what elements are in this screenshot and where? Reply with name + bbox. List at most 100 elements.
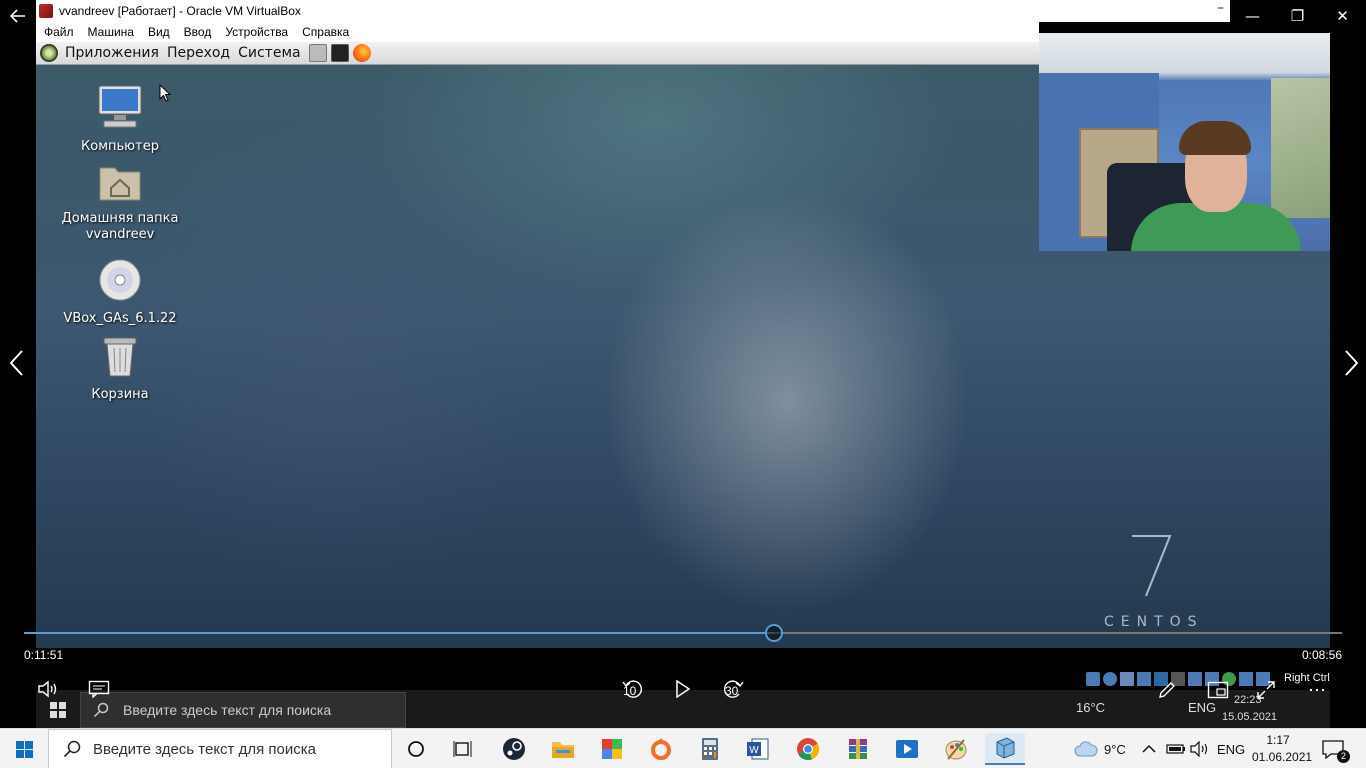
- taskbar-app-chrome[interactable]: [788, 733, 828, 765]
- seek-bar[interactable]: [24, 624, 1342, 642]
- vbox-menu-file[interactable]: Файл: [44, 25, 74, 39]
- seek-thumb[interactable]: [764, 624, 783, 642]
- paint-icon: [945, 739, 967, 760]
- skip-forward-seconds: 30: [725, 684, 739, 698]
- gnome-foot-icon[interactable]: [40, 44, 58, 62]
- more-options-button[interactable]: ⋯: [1304, 678, 1330, 702]
- taskbar-app-winrar[interactable]: [838, 733, 878, 765]
- vbox-menubar: Файл Машина Вид Ввод Устройства Справка: [36, 22, 1039, 42]
- taskbar-app-paint[interactable]: [936, 733, 976, 765]
- steam-icon: [503, 738, 525, 760]
- start-button[interactable]: [0, 729, 48, 768]
- recorded-search-placeholder: Введите здесь текст для поиска: [123, 702, 332, 718]
- cd-disc-icon: [55, 258, 185, 307]
- task-view-button[interactable]: [443, 733, 483, 765]
- mouse-pointer-icon: [159, 84, 171, 102]
- gnome-menu-applications[interactable]: Приложения: [65, 45, 159, 61]
- desktop-icon-label: Компьютер: [81, 139, 159, 154]
- restore-button[interactable]: ❐: [1275, 0, 1320, 32]
- weather-widget[interactable]: 9°C: [1074, 729, 1126, 768]
- battery-icon: [1166, 744, 1185, 754]
- taskbar-app-origin[interactable]: [641, 733, 681, 765]
- pen-icon: [1159, 682, 1175, 698]
- home-folder-icon: [55, 162, 185, 207]
- clock-date: 01.06.2021: [1252, 750, 1313, 764]
- file-explorer-icon: [552, 742, 574, 758]
- taskbar-app-word[interactable]: W: [738, 733, 778, 765]
- tray-overflow-button[interactable]: [1142, 729, 1156, 768]
- chevron-up-icon: [1142, 744, 1156, 753]
- search-icon: [93, 702, 109, 718]
- cortana-button[interactable]: [396, 733, 436, 765]
- recorded-lang: ENG: [1188, 700, 1217, 715]
- desktop-icon-label: VBox_GAs_6.1.22: [63, 311, 177, 326]
- taskbar-app-virtualbox[interactable]: [985, 733, 1025, 765]
- desktop-icon-label: Корзина: [91, 387, 149, 402]
- fullscreen-button[interactable]: [1254, 678, 1278, 702]
- calculator-icon: [702, 738, 718, 760]
- play-button[interactable]: [670, 676, 696, 702]
- colorful-app-icon: [602, 739, 622, 759]
- back-button[interactable]: [0, 0, 36, 32]
- taskbar-app-explorer[interactable]: [543, 733, 583, 765]
- taskbar-app-winrar-green[interactable]: [592, 733, 632, 765]
- vbox-menu-input[interactable]: Ввод: [184, 25, 212, 39]
- gnome-menu-places[interactable]: Переход: [167, 45, 230, 61]
- vbox-menu-help[interactable]: Справка: [302, 25, 349, 39]
- cortana-icon: [408, 741, 424, 757]
- volume-indicator[interactable]: [1190, 729, 1210, 768]
- subtitles-button[interactable]: [86, 678, 112, 700]
- vbox-minimize-icon[interactable]: –: [1217, 0, 1224, 16]
- clock-time: 1:17: [1266, 733, 1290, 747]
- vbox-status-icons: [1086, 672, 1282, 688]
- close-button[interactable]: ✕: [1320, 0, 1365, 32]
- taskbar-app-steam[interactable]: [494, 733, 534, 765]
- time-elapsed: 0:11:51: [24, 648, 64, 662]
- mini-view-button[interactable]: [1205, 678, 1231, 702]
- recorded-date: 15.05.2021: [1222, 711, 1278, 723]
- battery-indicator[interactable]: [1166, 729, 1186, 768]
- firefox-launcher-icon[interactable]: [352, 44, 371, 62]
- vbox-menu-devices[interactable]: Устройства: [225, 25, 288, 39]
- taskbar-search[interactable]: Введите здесь текст для поиска: [48, 729, 392, 768]
- chrome-icon: [797, 738, 820, 760]
- screen: vvandreev [Работает] - Oracle VM Virtual…: [0, 0, 1366, 768]
- trash-icon: [55, 334, 185, 383]
- volume-button[interactable]: [36, 678, 62, 700]
- desktop-icon-label: Домашняя папка vvandreev: [61, 211, 179, 242]
- draw-button[interactable]: [1155, 678, 1179, 702]
- taskbar-app-calculator[interactable]: [690, 733, 730, 765]
- time-remaining: 0:08:56: [1301, 648, 1342, 662]
- word-icon: W: [747, 738, 769, 760]
- winrar-icon: [849, 739, 867, 759]
- more-icon: ⋯: [1308, 679, 1326, 700]
- seek-bar-progress: [24, 632, 774, 634]
- cloud-icon: [1074, 741, 1098, 757]
- gnome-top-panel: Приложения Переход Система: [36, 42, 1039, 65]
- file-manager-launcher-icon[interactable]: [308, 44, 327, 62]
- recorded-weather: 16°C: [1076, 700, 1106, 715]
- clock[interactable]: 1:17 01.06.2021: [1252, 732, 1313, 766]
- mini-view-icon: [1207, 681, 1229, 699]
- origin-icon: [651, 738, 671, 760]
- weather-temp: 9°C: [1104, 741, 1126, 757]
- taskbar-app-movies-tv[interactable]: [887, 733, 927, 765]
- desktop-icon-vbox-cd[interactable]: VBox_GAs_6.1.22: [55, 258, 185, 327]
- desktop-icon-home[interactable]: Домашняя папка vvandreev: [55, 162, 185, 243]
- desktop-icon-trash[interactable]: Корзина: [55, 334, 185, 403]
- next-arrow-icon[interactable]: [1336, 346, 1366, 380]
- terminal-launcher-icon[interactable]: [330, 44, 349, 62]
- vbox-menu-machine[interactable]: Машина: [88, 25, 134, 39]
- task-view-icon: [453, 741, 472, 757]
- previous-arrow-icon[interactable]: [2, 346, 32, 380]
- recorded-windows-logo-icon: [50, 702, 66, 718]
- vbox-titlebar: vvandreev [Работает] - Oracle VM Virtual…: [36, 0, 1230, 22]
- vbox-menu-view[interactable]: Вид: [148, 25, 170, 39]
- action-center-button[interactable]: 2: [1322, 729, 1350, 768]
- gnome-menu-system[interactable]: Система: [238, 45, 300, 61]
- movies-tv-icon: [896, 740, 918, 758]
- input-language[interactable]: ENG: [1217, 729, 1245, 768]
- skip-back-seconds: 10: [623, 684, 637, 698]
- notifications-count: 2: [1337, 750, 1350, 763]
- minimize-button[interactable]: —: [1230, 0, 1275, 32]
